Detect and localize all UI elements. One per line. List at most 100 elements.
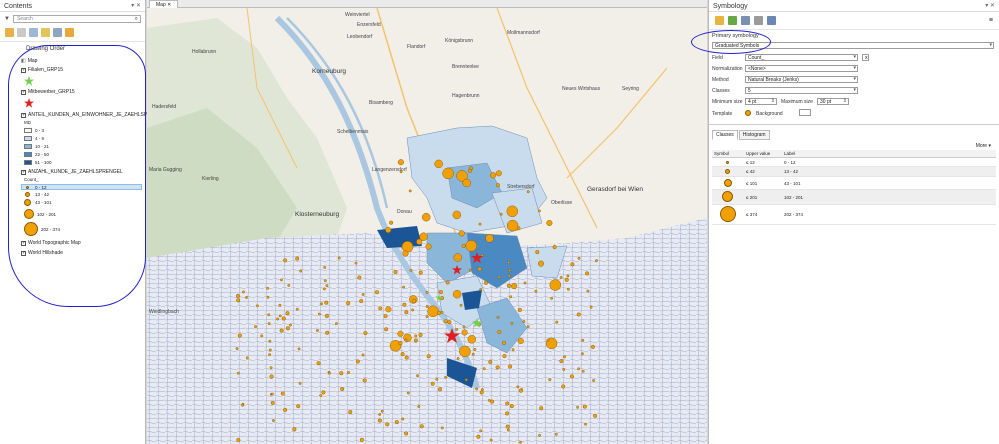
table-row[interactable]: ≤ 201 102 - 201 [712,189,996,205]
customer-count-symbol[interactable] [246,356,249,360]
customer-count-symbol[interactable] [270,400,275,405]
customer-count-symbol[interactable] [523,281,527,285]
customer-count-symbol[interactable] [339,371,344,376]
customer-count-symbol[interactable] [475,387,479,391]
customer-count-symbol[interactable] [425,305,429,308]
customer-count-symbol[interactable] [561,384,566,389]
pane-options-icon[interactable]: ▾ ✕ [985,2,995,9]
customer-count-symbol[interactable] [270,392,274,396]
customer-count-symbol[interactable] [505,411,510,416]
customer-count-symbol[interactable] [362,378,367,383]
customer-count-symbol[interactable] [256,304,259,308]
customer-count-symbol[interactable] [506,219,519,232]
customer-count-symbol[interactable] [425,243,432,250]
advanced-symbology-icon[interactable] [741,16,750,25]
customer-count-symbol[interactable] [316,361,321,366]
stepper-icon[interactable]: ⇕ [843,98,847,104]
customer-count-symbol[interactable] [401,417,405,421]
customer-count-symbol[interactable] [241,403,244,407]
customer-count-symbol[interactable] [383,314,388,319]
customer-count-symbol[interactable] [559,359,564,364]
customer-count-symbol[interactable] [581,369,585,373]
tab-classes[interactable]: Classes [712,130,738,140]
customer-count-symbol[interactable] [546,219,553,226]
layer-visibility-checkbox[interactable] [21,67,26,73]
expression-button[interactable]: x [862,54,869,61]
customer-count-symbol[interactable] [550,296,553,300]
customer-count-symbol[interactable] [417,405,421,408]
customer-count-symbol[interactable] [490,399,495,404]
customer-count-symbol[interactable] [269,374,274,379]
customer-count-symbol[interactable] [427,305,439,317]
customer-count-symbol[interactable] [413,338,418,343]
customer-count-symbol[interactable] [462,325,466,329]
layer-visibility-checkbox[interactable] [21,169,26,175]
customer-count-symbol[interactable] [519,440,522,444]
customer-count-symbol[interactable] [295,256,300,261]
customer-count-symbol[interactable] [297,347,301,351]
max-size-input[interactable]: 30 pt ⇕ [817,98,849,105]
customer-count-symbol[interactable] [479,390,484,395]
customer-count-symbol[interactable] [534,289,538,293]
classes-select[interactable]: 5 ▾ [745,87,858,94]
customer-count-symbol[interactable] [315,329,319,332]
map-view[interactable]: Weinviertel Leobendorf Flandorf Bisamber… [147,8,707,444]
customer-count-symbol[interactable] [569,374,574,379]
customer-count-symbol[interactable] [409,268,413,272]
customer-count-symbol[interactable] [526,325,530,328]
stepper-icon[interactable]: ⇕ [771,98,775,104]
customer-count-symbol[interactable] [425,290,429,294]
customer-count-symbol[interactable] [477,267,482,272]
customer-count-symbol[interactable] [522,320,526,323]
customer-count-symbol[interactable] [537,209,541,213]
customer-count-symbol[interactable] [283,258,288,263]
customer-count-symbol[interactable] [505,401,510,406]
customer-count-symbol[interactable] [319,394,323,397]
customer-count-symbol[interactable] [595,259,598,263]
customer-count-symbol[interactable] [325,284,329,288]
customer-count-symbol[interactable] [254,325,258,328]
pane-options-icon[interactable]: ▾ ✕ [131,2,141,9]
class-symbol[interactable] [712,189,744,205]
customer-count-symbol[interactable] [506,205,518,218]
customer-count-symbol[interactable] [580,352,584,356]
customer-count-symbol[interactable] [485,234,494,243]
layer-anteil[interactable]: ANTEIL_KUNDEN_AN_EINWOHNER_JE_ZAEHLSPREN… [21,112,168,118]
list-by-editing-icon[interactable] [41,28,50,37]
customer-count-symbol[interactable] [425,315,429,318]
customer-count-symbol[interactable] [437,310,442,315]
customer-count-symbol[interactable] [276,317,280,321]
customer-count-symbol[interactable] [272,419,275,422]
customer-count-symbol[interactable] [546,338,550,342]
customer-count-symbol[interactable] [296,404,301,409]
customer-count-symbol[interactable] [389,220,394,225]
layer-visibility-checkbox[interactable] [21,250,26,256]
customer-count-symbol[interactable] [488,359,493,364]
min-size-input[interactable]: 4 pt ⇕ [745,98,777,105]
layer-visibility-checkbox[interactable] [21,89,26,95]
list-by-drawing-order-icon[interactable] [5,28,14,37]
layer-map[interactable]: ◧ Map [21,58,37,64]
customer-count-symbol[interactable] [538,260,545,267]
customer-count-symbol[interactable] [402,285,406,289]
layer-visibility-checkbox[interactable] [21,240,26,246]
customer-count-symbol[interactable] [471,352,475,356]
customer-count-symbol[interactable] [267,322,271,325]
table-row[interactable]: ≤ 42 13 - 42 [712,166,996,177]
table-row[interactable]: ≤ 101 43 - 101 [712,176,996,190]
customer-count-symbol[interactable] [268,339,272,343]
customer-count-symbol[interactable] [283,407,288,412]
customer-count-symbol[interactable] [570,262,575,267]
customer-count-symbol[interactable] [559,276,563,279]
customer-count-symbol[interactable] [468,268,472,272]
customer-count-symbol[interactable] [576,405,579,409]
customer-count-symbol[interactable] [237,333,242,338]
customer-count-symbol[interactable] [337,256,341,260]
customer-count-symbol[interactable] [287,283,291,287]
customer-count-symbol[interactable] [393,270,398,275]
customer-count-symbol[interactable] [577,367,580,371]
customer-count-symbol[interactable] [321,390,326,395]
customer-count-symbol[interactable] [549,279,561,291]
class-symbol[interactable] [712,166,744,177]
customer-count-symbol[interactable] [555,320,559,324]
